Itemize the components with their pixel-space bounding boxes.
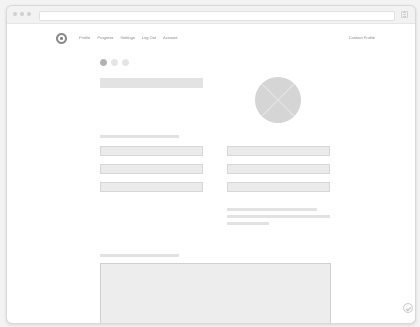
text-line-3	[227, 222, 269, 225]
step-dot-2[interactable]	[111, 59, 118, 66]
text-area[interactable]	[100, 263, 331, 323]
nav-link-account[interactable]: Account	[163, 35, 177, 40]
nav-link-log-out[interactable]: Log Out	[142, 35, 156, 40]
form-field-right-1[interactable]	[227, 146, 330, 156]
form-field-right-2[interactable]	[227, 164, 330, 174]
form-field-left-3[interactable]	[100, 182, 203, 192]
address-bar[interactable]	[39, 11, 395, 21]
logo-icon[interactable]	[56, 33, 67, 44]
step-dot-1[interactable]	[100, 59, 107, 66]
form-field-left-1[interactable]	[100, 146, 203, 156]
step-indicator	[100, 59, 129, 66]
section-label-placeholder	[100, 135, 179, 138]
maximize-dot[interactable]	[27, 12, 31, 16]
hamburger-menu-icon[interactable]	[401, 11, 408, 18]
nav-links: Profile Progress Settings Log Out Accoun…	[79, 35, 178, 40]
image-placeholder-icon[interactable]	[255, 77, 301, 123]
text-line-2	[227, 215, 330, 218]
page-title-placeholder	[100, 78, 203, 88]
nav-link-settings[interactable]: Settings	[120, 35, 134, 40]
nav-right-link[interactable]: Contact Profile	[349, 35, 375, 40]
top-navigation: Profile Progress Settings Log Out Accoun…	[7, 33, 415, 53]
title-bar	[7, 6, 415, 24]
minimize-dot[interactable]	[20, 12, 24, 16]
step-dot-3[interactable]	[122, 59, 129, 66]
form-field-right-3[interactable]	[227, 182, 330, 192]
form-field-left-2[interactable]	[100, 164, 203, 174]
nav-link-profile[interactable]: Profile	[79, 35, 90, 40]
section-label-placeholder-2	[100, 254, 179, 257]
browser-window: Profile Progress Settings Log Out Accoun…	[6, 5, 416, 324]
chevron-icon[interactable]	[403, 303, 413, 313]
window-controls[interactable]	[13, 12, 31, 16]
close-dot[interactable]	[13, 12, 17, 16]
nav-link-progress[interactable]: Progress	[97, 35, 113, 40]
text-line-1	[227, 208, 317, 211]
